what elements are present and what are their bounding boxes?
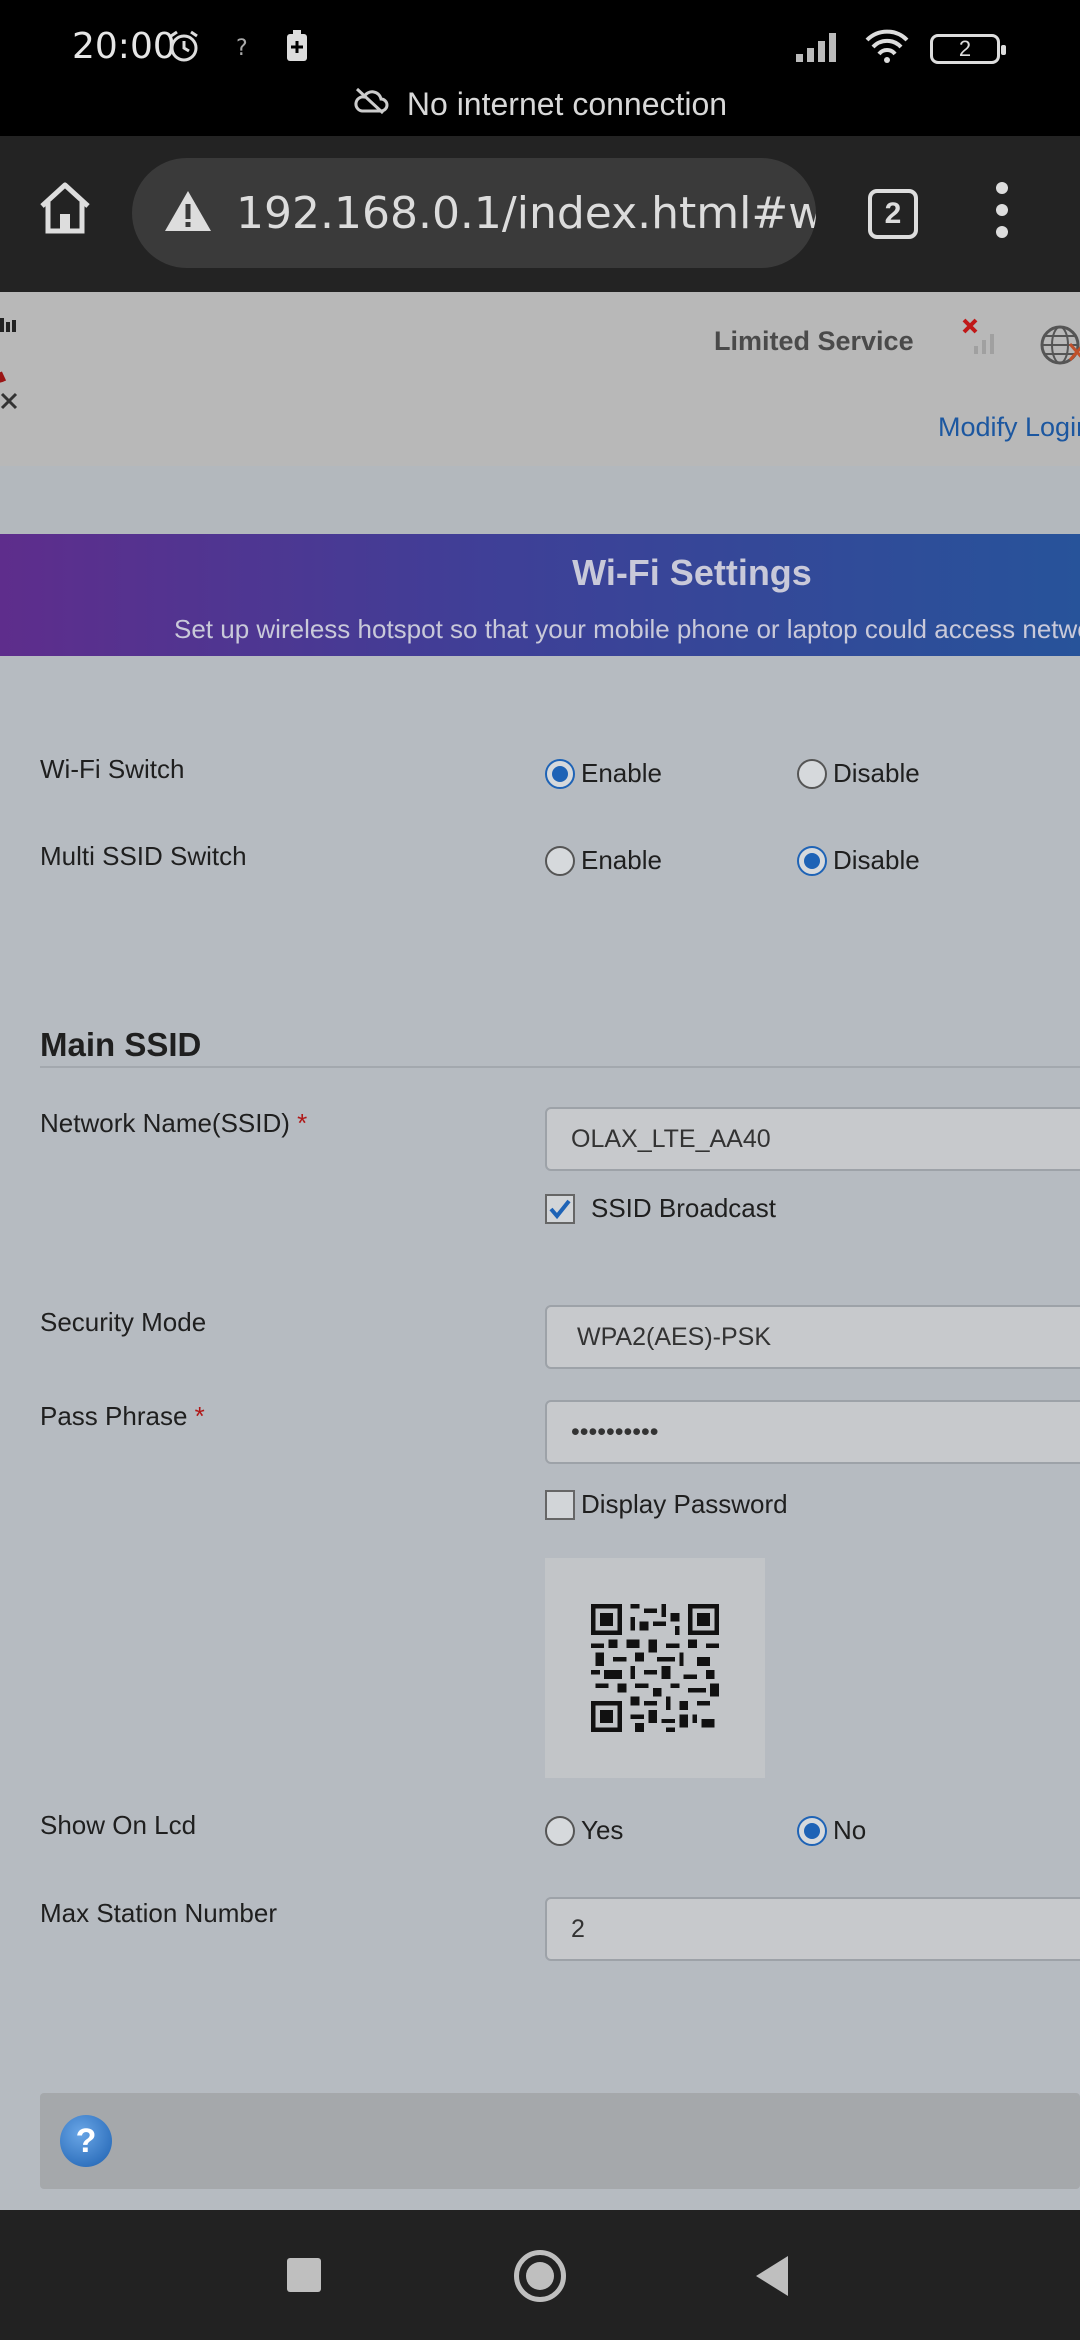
network-status: No internet connection bbox=[0, 86, 1080, 123]
wifi-switch-enable-radio[interactable] bbox=[545, 758, 575, 789]
wifi-switch-disable-radio[interactable] bbox=[797, 758, 827, 789]
status-right-icons: 2 bbox=[794, 28, 1006, 69]
page-subtitle: Set up wireless hotspot so that your mob… bbox=[174, 614, 1080, 644]
show-on-lcd-no-radio[interactable] bbox=[797, 1815, 827, 1846]
show-on-lcd-yes-radio[interactable] bbox=[545, 1815, 575, 1846]
wifi-question-icon: ? bbox=[228, 31, 258, 66]
status-time: 20:00 bbox=[72, 26, 176, 67]
status-left-icons: ? bbox=[166, 28, 310, 69]
security-mode-select[interactable]: WPA2(AES)-PSK bbox=[545, 1305, 1080, 1369]
display-password-option[interactable]: Display Password bbox=[545, 1489, 788, 1520]
no-signal-icon bbox=[960, 316, 1000, 363]
network-name-label-text: Network Name(SSID) bbox=[40, 1108, 290, 1138]
pass-phrase-label-text: Pass Phrase bbox=[40, 1401, 188, 1431]
multi-ssid-disable-radio[interactable] bbox=[797, 845, 827, 876]
max-station-select[interactable]: 2 bbox=[545, 1897, 1080, 1961]
wifi-switch-disable-option[interactable]: Disable bbox=[797, 758, 920, 789]
network-status-text: No internet connection bbox=[406, 86, 728, 122]
wifi-switch-disable-label: Disable bbox=[833, 758, 920, 788]
battery-saver-icon bbox=[284, 29, 310, 68]
security-mode-label: Security Mode bbox=[40, 1307, 207, 1337]
back-button[interactable] bbox=[756, 2256, 788, 2296]
section-divider bbox=[40, 1066, 1080, 1068]
header-spacer bbox=[0, 466, 1080, 534]
battery-indicator: 2 bbox=[930, 33, 1006, 64]
show-on-lcd-no-label: No bbox=[833, 1815, 867, 1845]
svg-text:?: ? bbox=[236, 36, 248, 61]
ssid-broadcast-checkbox[interactable] bbox=[545, 1193, 575, 1224]
pass-phrase-input[interactable]: •••••••••• bbox=[545, 1400, 1080, 1464]
modify-login-link[interactable]: Modify Login bbox=[938, 412, 1080, 443]
warning-icon[interactable] bbox=[162, 188, 214, 239]
multi-ssid-switch-label: Multi SSID Switch bbox=[40, 841, 247, 871]
display-password-label: Display Password bbox=[581, 1489, 788, 1519]
home-button[interactable] bbox=[514, 2250, 566, 2302]
wifi-icon bbox=[864, 28, 910, 69]
browser-toolbar: 192.168.0.1/index.html#wlan 2 bbox=[0, 136, 1080, 292]
required-marker: * bbox=[194, 1401, 205, 1431]
multi-ssid-enable-option[interactable]: Enable bbox=[545, 845, 662, 876]
signal-icon bbox=[794, 30, 844, 67]
menu-dot-icon bbox=[996, 182, 1008, 194]
url-text[interactable]: 192.168.0.1/index.html#wlan bbox=[236, 188, 816, 239]
ssid-broadcast-label: SSID Broadcast bbox=[591, 1193, 776, 1223]
show-on-lcd-no-option[interactable]: No bbox=[797, 1815, 866, 1846]
brand-logo-mark bbox=[0, 388, 20, 419]
cloud-off-icon bbox=[353, 86, 389, 123]
multi-ssid-enable-radio[interactable] bbox=[545, 845, 575, 876]
show-on-lcd-yes-label: Yes bbox=[581, 1815, 624, 1845]
wifi-switch-label: Wi-Fi Switch bbox=[40, 754, 185, 784]
show-on-lcd-yes-option[interactable]: Yes bbox=[545, 1815, 623, 1846]
page-banner: Wi-Fi Settings Set up wireless hotspot s… bbox=[0, 534, 1080, 656]
page-header: Limited Service Modify Login bbox=[0, 292, 1080, 466]
ssid-broadcast-option[interactable]: SSID Broadcast bbox=[545, 1193, 776, 1224]
main-ssid-heading: Main SSID bbox=[40, 1026, 202, 1063]
router-admin-page: Limited Service Modify Login Wi-Fi Setti… bbox=[0, 292, 1080, 2210]
home-icon[interactable] bbox=[36, 180, 94, 241]
multi-ssid-enable-label: Enable bbox=[581, 845, 662, 875]
display-password-checkbox[interactable] bbox=[545, 1489, 575, 1520]
multi-ssid-disable-label: Disable bbox=[833, 845, 920, 875]
menu-dot-icon bbox=[996, 226, 1008, 238]
help-bar: ? bbox=[40, 2093, 1080, 2189]
tab-switcher-button[interactable]: 2 bbox=[868, 189, 918, 239]
page-title: Wi-Fi Settings bbox=[572, 552, 812, 593]
alarm-icon bbox=[166, 28, 202, 69]
status-bar: 20:00 ? 2 No internet connection bbox=[0, 0, 1080, 136]
service-status: Limited Service bbox=[714, 326, 914, 356]
multi-ssid-disable-option[interactable]: Disable bbox=[797, 845, 920, 876]
network-name-input[interactable]: OLAX_LTE_AA40 bbox=[545, 1107, 1080, 1171]
recent-apps-button[interactable] bbox=[287, 2258, 321, 2292]
globe-icon[interactable] bbox=[1036, 322, 1080, 373]
show-on-lcd-label: Show On Lcd bbox=[40, 1810, 197, 1840]
wifi-switch-enable-label: Enable bbox=[581, 758, 662, 788]
required-marker: * bbox=[297, 1108, 308, 1138]
browser-menu-button[interactable] bbox=[996, 182, 1010, 238]
network-name-label: Network Name(SSID) * bbox=[40, 1108, 307, 1139]
wifi-switch-enable-option[interactable]: Enable bbox=[545, 758, 662, 789]
menu-dot-icon bbox=[996, 204, 1008, 216]
address-bar[interactable]: 192.168.0.1/index.html#wlan bbox=[132, 158, 816, 268]
max-station-label: Max Station Number bbox=[40, 1898, 277, 1928]
help-icon[interactable]: ? bbox=[60, 2115, 112, 2167]
pass-phrase-label: Pass Phrase * bbox=[40, 1401, 205, 1432]
qr-code-icon bbox=[545, 1558, 765, 1778]
system-navigation-bar bbox=[0, 2210, 1080, 2340]
